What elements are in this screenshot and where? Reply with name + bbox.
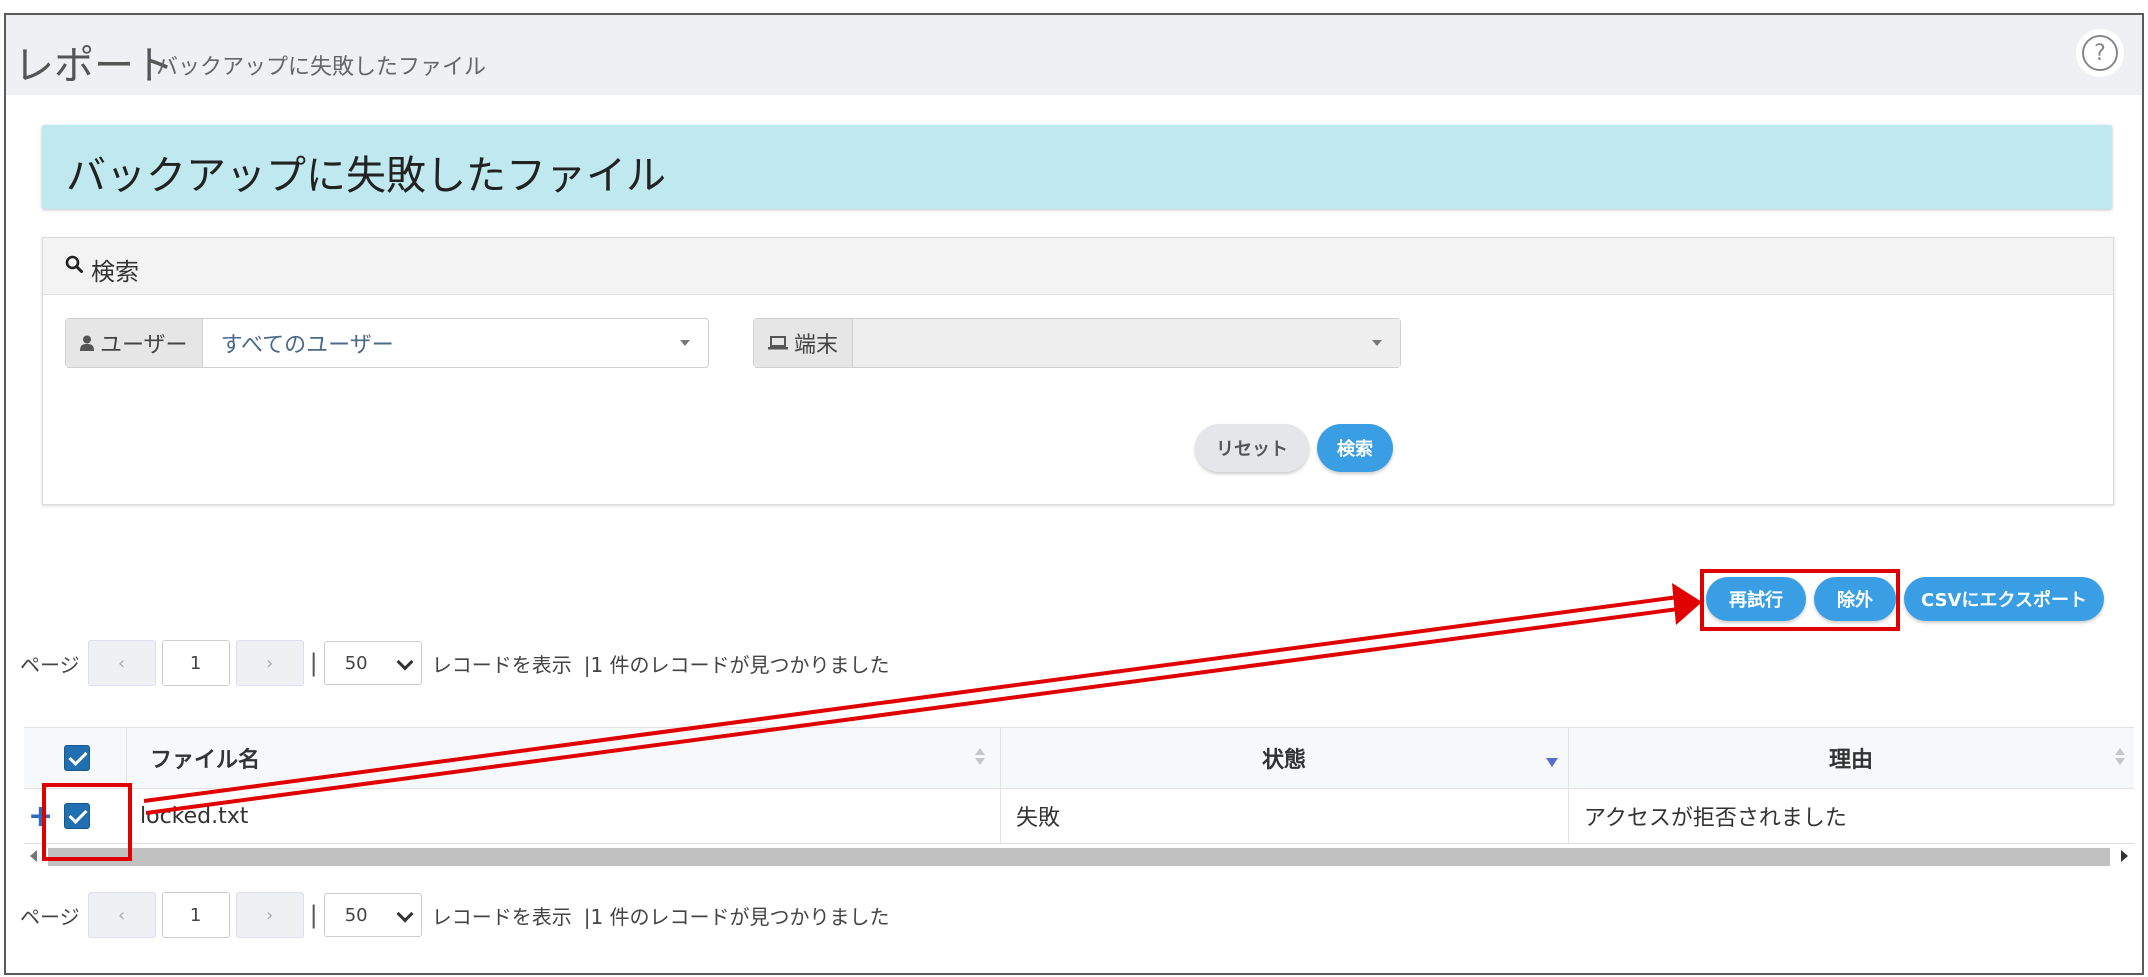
app-window: レポート バックアップに失敗したファイル ? バックアップに失敗したファイル 検… <box>4 13 2144 975</box>
help-icon: ? <box>2082 35 2118 71</box>
breadcrumb-title: レポート <box>14 43 174 89</box>
breadcrumb-subtitle: バックアップに失敗したファイル <box>156 55 487 80</box>
main-content: バックアップに失敗したファイル 検索 ユーザー すべてのユーザー 端末 リセット… <box>6 95 2142 973</box>
help-button[interactable]: ? <box>2076 29 2124 77</box>
top-bar: レポート バックアップに失敗したファイル ? <box>6 15 2142 95</box>
annotation-arrow <box>143 583 1702 815</box>
